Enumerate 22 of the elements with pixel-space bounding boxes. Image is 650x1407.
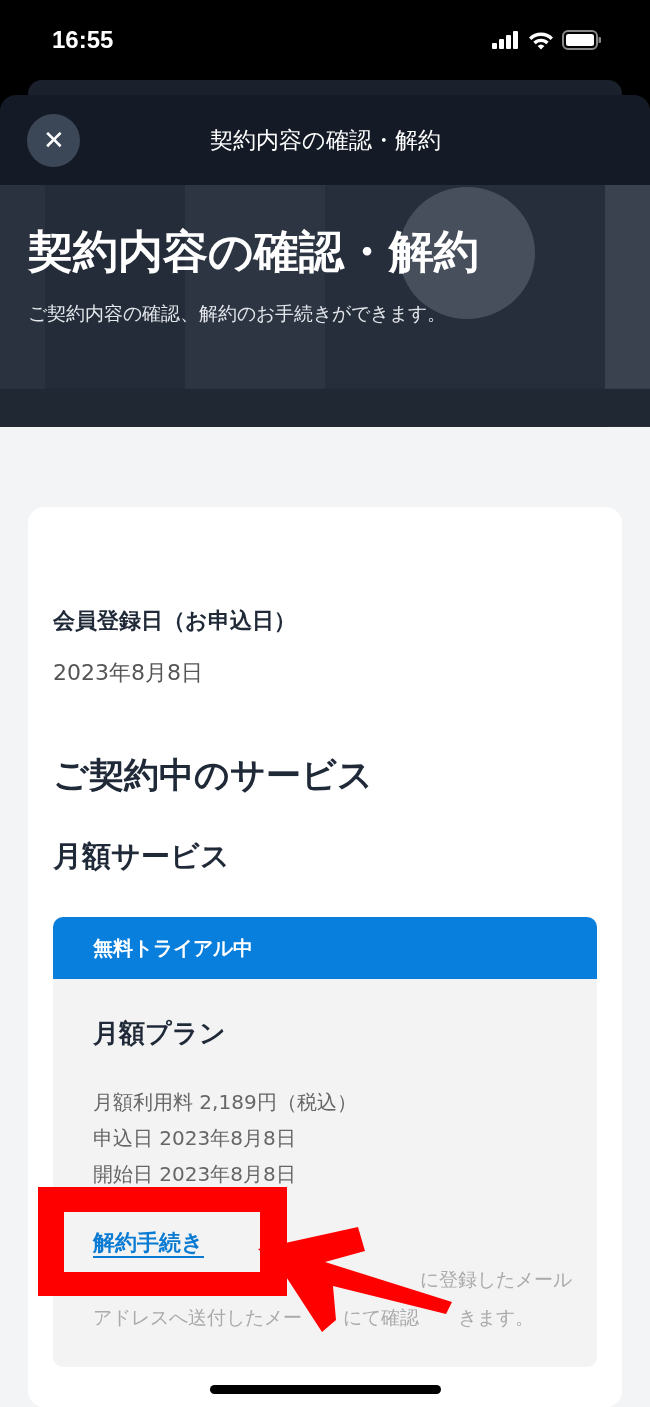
plan-detail: 開始日 2023年8月8日 (93, 1161, 297, 1188)
field-value: 2023年8月8日 (53, 659, 204, 687)
window-title: 契約内容の確認・解約 (209, 125, 441, 155)
signal-icon (492, 31, 520, 49)
trial-banner: 無料トライアル中 (53, 917, 597, 979)
note-text: に登録したメール (420, 1270, 572, 1289)
section-heading: ご契約中のサービス (53, 754, 374, 797)
field-label: 会員登録日（お申込日） (53, 607, 297, 635)
section-subheading: 月額サービス (53, 838, 231, 875)
plan-detail: 申込日 2023年8月8日 (93, 1125, 297, 1152)
page-subtitle: ご契約内容の確認、解約のお手続きができます。 (28, 301, 447, 327)
close-button[interactable]: ✕ (27, 113, 80, 167)
plan-detail: 月額利用料 2,189円（税込） (93, 1089, 358, 1116)
note-text: にて確認 (343, 1308, 419, 1327)
page-title: 契約内容の確認・解約 (28, 225, 480, 280)
wifi-icon (528, 30, 554, 50)
battery-icon (562, 30, 602, 50)
plan-name: 月額プラン (93, 1017, 227, 1050)
status-time: 16:55 (52, 26, 114, 54)
note-text: きます。 (458, 1308, 534, 1327)
cancel-link[interactable]: 解約手続き (93, 1228, 204, 1258)
note-text: アドレスへ送付したメー (93, 1308, 302, 1327)
